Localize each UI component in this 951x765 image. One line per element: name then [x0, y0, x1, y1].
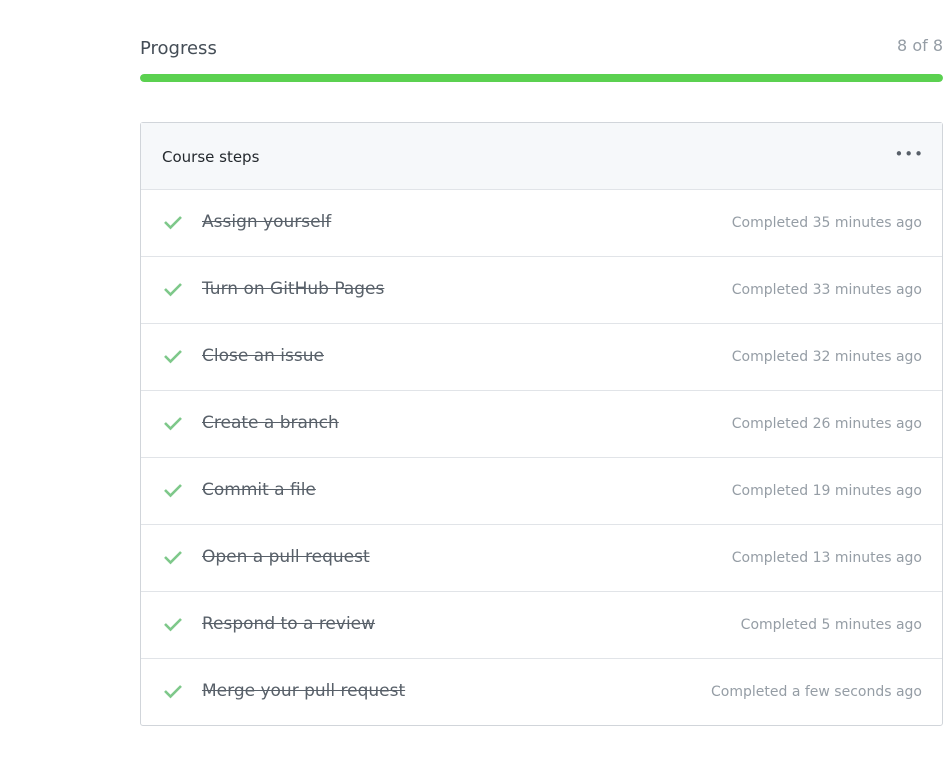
step-row[interactable]: Merge your pull request Completed a few …: [141, 659, 942, 725]
step-row[interactable]: Assign yourself Completed 35 minutes ago: [141, 190, 942, 257]
check-icon: [164, 417, 182, 431]
step-row[interactable]: Commit a file Completed 19 minutes ago: [141, 458, 942, 525]
step-row[interactable]: Close an issue Completed 32 minutes ago: [141, 324, 942, 391]
step-name[interactable]: Close an issue: [202, 346, 324, 366]
progress-bar: [140, 74, 943, 82]
check-icon: [164, 618, 182, 632]
step-row[interactable]: Create a branch Completed 26 minutes ago: [141, 391, 942, 458]
check-icon: [164, 216, 182, 230]
progress-header: Progress 8 of 8: [140, 36, 943, 66]
step-status: Completed 13 minutes ago: [731, 550, 922, 566]
course-steps-panel: Course steps ••• Assign yourself Complet…: [140, 122, 943, 726]
step-name[interactable]: Respond to a review: [202, 614, 375, 634]
step-name[interactable]: Assign yourself: [202, 212, 331, 232]
check-icon: [164, 484, 182, 498]
check-icon: [164, 685, 182, 699]
course-steps-title: Course steps: [162, 148, 260, 166]
step-status: Completed 19 minutes ago: [731, 483, 922, 499]
step-status: Completed a few seconds ago: [711, 684, 922, 700]
check-icon: [164, 283, 182, 297]
step-status: Completed 35 minutes ago: [731, 215, 922, 231]
step-status: Completed 32 minutes ago: [731, 349, 922, 365]
step-row[interactable]: Turn on GitHub Pages Completed 33 minute…: [141, 257, 942, 324]
step-row[interactable]: Respond to a review Completed 5 minutes …: [141, 592, 942, 659]
course-steps-header: Course steps •••: [141, 123, 942, 190]
progress-bar-fill: [140, 74, 943, 82]
step-status: Completed 26 minutes ago: [731, 416, 922, 432]
step-status: Completed 33 minutes ago: [731, 282, 922, 298]
step-row[interactable]: Open a pull request Completed 13 minutes…: [141, 525, 942, 592]
check-icon: [164, 350, 182, 364]
progress-title: Progress: [140, 38, 217, 59]
progress-count: 8 of 8: [897, 36, 943, 55]
step-name[interactable]: Commit a file: [202, 480, 316, 500]
step-status: Completed 5 minutes ago: [740, 617, 922, 633]
more-options-icon[interactable]: •••: [894, 145, 924, 163]
step-name[interactable]: Turn on GitHub Pages: [202, 279, 384, 299]
step-name[interactable]: Open a pull request: [202, 547, 370, 567]
step-name[interactable]: Merge your pull request: [202, 681, 405, 701]
step-name[interactable]: Create a branch: [202, 413, 339, 433]
check-icon: [164, 551, 182, 565]
